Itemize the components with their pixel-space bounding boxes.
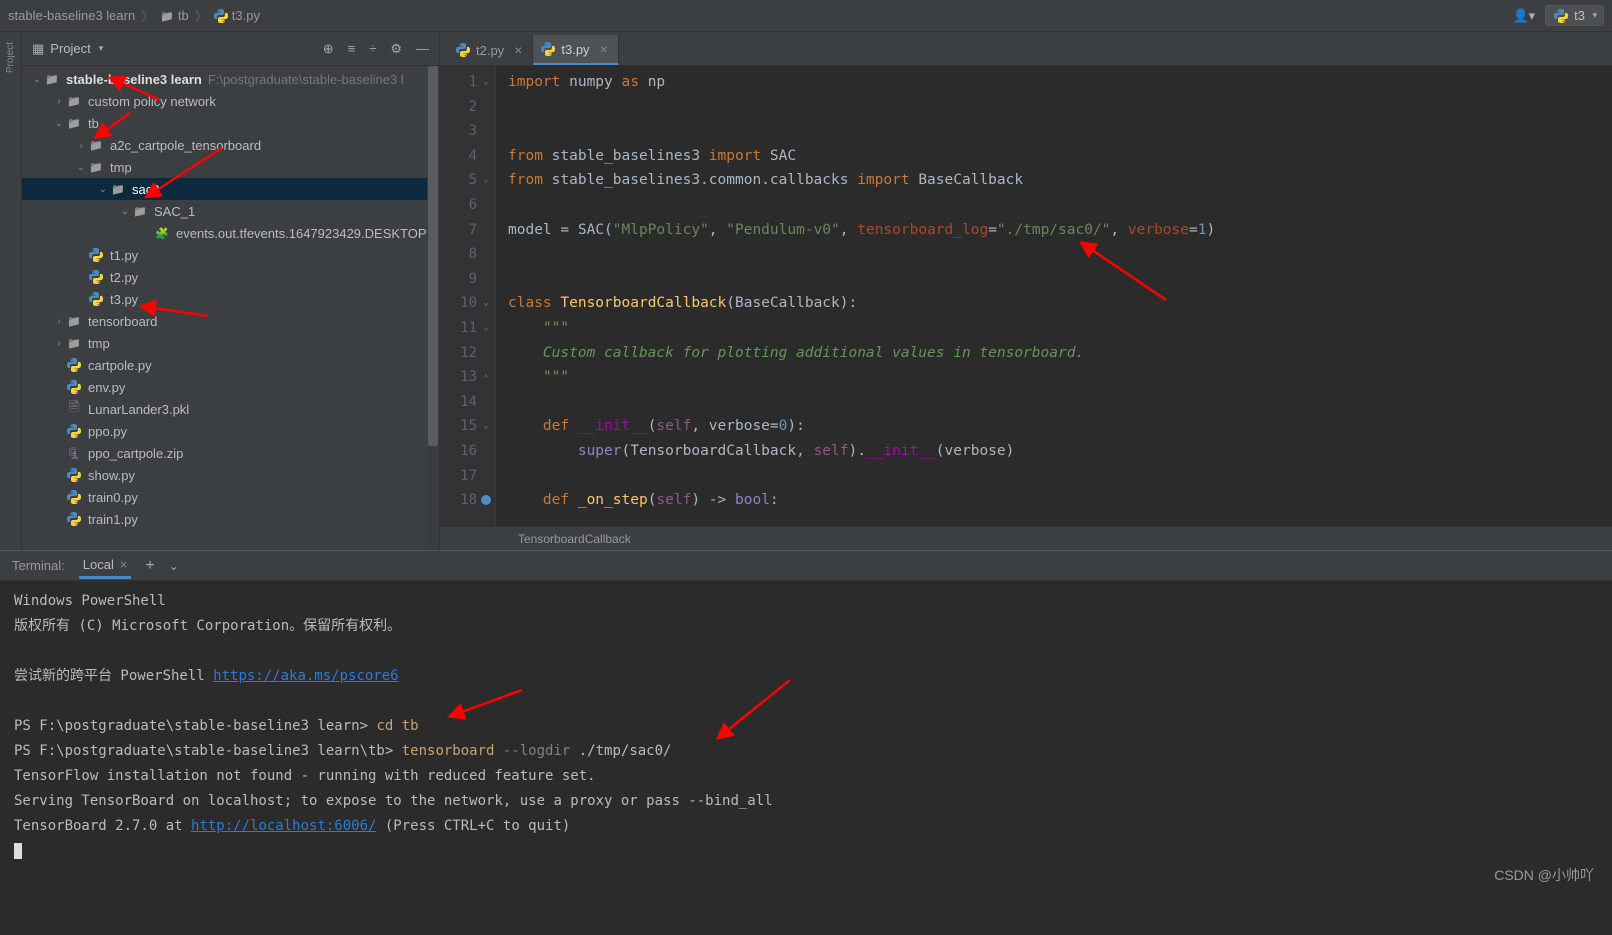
terminal-cursor: [14, 843, 22, 859]
editor-area: t2.py× t3.py× 12345678910111213141516171…: [440, 32, 1612, 550]
folder-icon: [66, 115, 82, 131]
hide-icon[interactable]: —: [416, 41, 429, 57]
events-file-icon: [154, 225, 170, 241]
gear-icon[interactable]: ⚙: [390, 41, 402, 57]
collapse-icon[interactable]: ÷: [369, 41, 376, 57]
breadcrumb-root[interactable]: stable-baseline3 learn: [8, 8, 135, 23]
tree-folder-tmp[interactable]: ⌄tmp: [22, 156, 439, 178]
terminal-label: Terminal:: [12, 558, 65, 573]
folder-icon: [66, 335, 82, 351]
python-file-icon: [66, 511, 82, 527]
chevron-right-icon: 〉: [141, 6, 154, 25]
folder-icon: [44, 71, 60, 87]
close-icon[interactable]: ×: [514, 42, 522, 58]
tree-file[interactable]: ppo_cartpole.zip: [22, 442, 439, 464]
tree-file[interactable]: train1.py: [22, 508, 439, 530]
scrollbar[interactable]: [427, 66, 439, 550]
watermark: CSDN @小帅吖: [1494, 865, 1594, 885]
python-file-icon: [66, 379, 82, 395]
side-tab-bar: Project: [0, 32, 22, 550]
folder-icon: [160, 8, 174, 23]
tree-folder-tb[interactable]: ⌄tb: [22, 112, 439, 134]
side-tab-project[interactable]: Project: [5, 42, 16, 73]
python-file-icon: [88, 247, 104, 263]
tab-t3[interactable]: t3.py×: [533, 35, 618, 65]
project-tool-window: ▦ Project ⊕ ≡ ÷ ⚙ — ⌄ stable-baseline3 l…: [22, 32, 440, 550]
chevron-right-icon: 〉: [195, 6, 208, 25]
tree-file[interactable]: show.py: [22, 464, 439, 486]
python-file-icon: [66, 467, 82, 483]
tree-folder[interactable]: ›custom policy network: [22, 90, 439, 112]
tree-folder[interactable]: ›tmp: [22, 332, 439, 354]
tree-file[interactable]: events.out.tfevents.1647923429.DESKTOP-: [22, 222, 439, 244]
project-panel-title[interactable]: ▦ Project: [32, 41, 103, 57]
python-icon: [1554, 9, 1568, 23]
folder-icon: [66, 313, 82, 329]
new-terminal-button[interactable]: +: [145, 557, 154, 575]
user-icon[interactable]: 👤▾: [1512, 8, 1535, 24]
python-file-icon: [88, 291, 104, 307]
folder-icon: [88, 159, 104, 175]
close-icon[interactable]: ×: [600, 41, 608, 57]
expand-icon[interactable]: ≡: [348, 41, 356, 57]
close-icon[interactable]: ×: [120, 557, 128, 572]
run-config-selector[interactable]: t3: [1545, 5, 1604, 26]
terminal-tab-local[interactable]: Local×: [79, 553, 132, 579]
python-file-icon: [66, 489, 82, 505]
tree-folder[interactable]: ›a2c_cartpole_tensorboard: [22, 134, 439, 156]
folder-icon: [88, 137, 104, 153]
python-file-icon: [214, 9, 228, 23]
editor-breadcrumb[interactable]: TensorboardCallback: [440, 526, 1612, 550]
run-config-label: t3: [1574, 8, 1585, 23]
folder-icon: [66, 93, 82, 109]
python-file-icon: [66, 423, 82, 439]
tree-file[interactable]: ppo.py: [22, 420, 439, 442]
breadcrumb-folder[interactable]: tb: [160, 8, 189, 23]
code-editor[interactable]: import numpy as np from stable_baselines…: [496, 66, 1612, 526]
folder-icon: [110, 181, 126, 197]
pkl-file-icon: 🗎: [66, 401, 82, 417]
tree-folder[interactable]: ⌄SAC_1: [22, 200, 439, 222]
tab-t2[interactable]: t2.py×: [448, 35, 533, 65]
python-file-icon: [456, 43, 470, 57]
tree-file-t1[interactable]: t1.py: [22, 244, 439, 266]
folder-icon: [132, 203, 148, 219]
editor-tabs: t2.py× t3.py×: [440, 32, 1612, 66]
tree-root[interactable]: ⌄ stable-baseline3 learn F:\postgraduate…: [22, 68, 439, 90]
python-file-icon: [66, 357, 82, 373]
tree-file[interactable]: cartpole.py: [22, 354, 439, 376]
tree-folder[interactable]: ›tensorboard: [22, 310, 439, 332]
terminal-tool-window: Terminal: Local× + ⌄ Windows PowerShell …: [0, 550, 1612, 935]
tree-file-t2[interactable]: t2.py: [22, 266, 439, 288]
breadcrumb-file[interactable]: t3.py: [214, 8, 260, 23]
locate-icon[interactable]: ⊕: [323, 41, 334, 57]
breadcrumb[interactable]: stable-baseline3 learn 〉 tb 〉 t3.py: [8, 6, 260, 25]
tree-file[interactable]: 🗎LunarLander3.pkl: [22, 398, 439, 420]
tensorboard-url-link[interactable]: http://localhost:6006/: [191, 818, 376, 834]
terminal-output[interactable]: Windows PowerShell 版权所有 (C) Microsoft Co…: [0, 581, 1612, 935]
project-tree[interactable]: ⌄ stable-baseline3 learn F:\postgraduate…: [22, 66, 439, 550]
python-file-icon: [88, 269, 104, 285]
override-gutter-icon[interactable]: [481, 495, 491, 505]
tree-file-t3[interactable]: t3.py: [22, 288, 439, 310]
pscore6-link[interactable]: https://aka.ms/pscore6: [213, 668, 398, 684]
python-file-icon: [541, 42, 555, 56]
tree-file[interactable]: env.py: [22, 376, 439, 398]
zip-file-icon: [66, 445, 82, 461]
tree-file[interactable]: train0.py: [22, 486, 439, 508]
tree-folder-sac0[interactable]: ⌄sac0: [22, 178, 439, 200]
chevron-down-icon[interactable]: ⌄: [169, 559, 179, 573]
gutter[interactable]: 123456789101112131415161718 ⌄ ⌄ ⌄ ⌄ ⌄ ⌄: [440, 66, 496, 526]
breadcrumb-bar: stable-baseline3 learn 〉 tb 〉 t3.py 👤▾ t…: [0, 0, 1612, 32]
